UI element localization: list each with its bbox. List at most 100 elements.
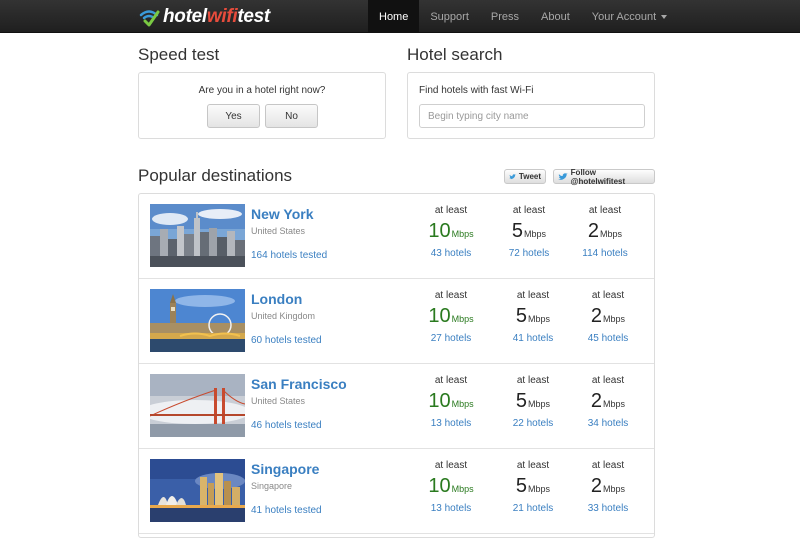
hotels-count-link[interactable]: 33 hotels [572, 503, 644, 514]
speed-value: 2 [587, 220, 600, 242]
speed-unit: Mbps [528, 399, 551, 409]
twitter-bird-icon [558, 172, 568, 180]
nav-home[interactable]: Home [368, 0, 420, 33]
follow-label: Follow @hotelwifitest [570, 167, 626, 186]
twitter-bird-icon [509, 173, 516, 179]
speed-value: 2 [590, 390, 603, 412]
hotels-count-link[interactable]: 72 hotels [493, 248, 565, 259]
hotels-tested-link[interactable]: 60 hotels tested [251, 335, 322, 346]
wifi-check-icon [139, 10, 160, 27]
speed-unit: Mbps [451, 484, 474, 494]
nav-about-label: About [541, 10, 570, 23]
speed-stat-5: at least 5Mbps 21 hotels [497, 449, 569, 514]
city-search-input[interactable] [419, 104, 645, 128]
destinations-list: New York United States 164 hotels tested… [138, 193, 655, 538]
brand-logo[interactable]: hotelwifitest [138, 5, 270, 29]
follow-button[interactable]: Follow @hotelwifitest [553, 167, 655, 186]
new-york-photo[interactable] [150, 204, 245, 267]
destination-row: London United Kingdom 60 hotels tested a… [139, 279, 654, 364]
nav-press-label: Press [490, 10, 519, 23]
hotels-count-link[interactable]: 45 hotels [572, 333, 644, 344]
hotel-search-heading: Hotel search [407, 45, 503, 64]
speed-stat-2: at least 2Mbps 33 hotels [572, 449, 644, 514]
caret-down-icon [661, 14, 668, 19]
speed-unit: Mbps [603, 314, 626, 324]
destination-row: San Francisco United States 46 hotels te… [139, 364, 654, 449]
hotels-count-link[interactable]: 41 hotels [497, 333, 569, 344]
speed-stat-2: at least 2Mbps 114 hotels [569, 194, 641, 259]
city-name-link[interactable]: Singapore [251, 461, 319, 477]
speed-unit: Mbps [603, 484, 626, 494]
speed-stat-2: at least 2Mbps 45 hotels [572, 279, 644, 344]
brand-name: hotelwifitest [163, 6, 270, 27]
speed-stat-10: at least 10Mbps 43 hotels [415, 194, 487, 259]
stat-label: at least [591, 375, 625, 386]
nav-about[interactable]: About [530, 0, 581, 33]
stat-label: at least [591, 290, 625, 301]
yes-button[interactable]: Yes [207, 104, 260, 128]
city-name-link[interactable]: New York [251, 206, 314, 222]
hotels-count-link[interactable]: 114 hotels [569, 248, 641, 259]
new-york-skyline-image [150, 204, 245, 267]
hotels-count-link[interactable]: 43 hotels [415, 248, 487, 259]
speed-value: 5 [511, 220, 524, 242]
nav-press[interactable]: Press [480, 0, 530, 33]
speed-value: 10 [428, 475, 451, 497]
destination-row: New York United States 164 hotels tested… [139, 194, 654, 279]
stat-label: at least [588, 205, 622, 216]
london-skyline-image [150, 289, 245, 352]
speed-test-panel: Are you in a hotel right now? Yes No [138, 72, 386, 139]
nav-account-label: Your Account [591, 10, 657, 23]
main-nav: Home Support Press About Your Account [368, 0, 678, 33]
speed-stat-10: at least 10Mbps 13 hotels [415, 364, 487, 429]
hotels-count-link[interactable]: 13 hotels [415, 418, 487, 429]
no-button[interactable]: No [265, 104, 318, 128]
hotels-count-link[interactable]: 22 hotels [497, 418, 569, 429]
nav-home-label: Home [379, 10, 409, 23]
hotels-count-link[interactable]: 27 hotels [415, 333, 487, 344]
popular-destinations-heading: Popular destinations [138, 166, 293, 185]
country-name: United States [251, 396, 306, 406]
country-name: Singapore [251, 481, 293, 491]
speed-stat-5: at least 5Mbps 22 hotels [497, 364, 569, 429]
hotels-count-link[interactable]: 21 hotels [497, 503, 569, 514]
speed-stat-5: at least 5Mbps 41 hotels [497, 279, 569, 344]
hotels-count-link[interactable]: 13 hotels [415, 503, 487, 514]
hotels-tested-link[interactable]: 41 hotels tested [251, 505, 322, 516]
speed-unit: Mbps [524, 229, 547, 239]
speed-unit: Mbps [528, 314, 551, 324]
san-francisco-bridge-image [150, 374, 245, 437]
tweet-label: Tweet [518, 172, 541, 181]
speed-unit: Mbps [600, 229, 623, 239]
speed-stat-2: at least 2Mbps 34 hotels [572, 364, 644, 429]
city-name-link[interactable]: London [251, 291, 302, 307]
london-photo[interactable] [150, 289, 245, 352]
stat-label: at least [591, 460, 625, 471]
speed-stat-10: at least 10Mbps 13 hotels [415, 449, 487, 514]
stat-label: at least [512, 205, 546, 216]
san-francisco-photo[interactable] [150, 374, 245, 437]
nav-support[interactable]: Support [419, 0, 480, 33]
speed-value: 5 [515, 475, 528, 497]
speed-value: 5 [515, 390, 528, 412]
speed-value: 10 [428, 390, 451, 412]
stat-label: at least [516, 460, 550, 471]
hotels-tested-link[interactable]: 46 hotels tested [251, 420, 322, 431]
top-navbar: hotelwifitest Home Support Press About Y… [0, 0, 800, 33]
hotels-count-link[interactable]: 34 hotels [572, 418, 644, 429]
stat-label: at least [516, 375, 550, 386]
city-name-link[interactable]: San Francisco [251, 376, 347, 392]
hotels-tested-link[interactable]: 164 hotels tested [251, 250, 327, 261]
country-name: United States [251, 226, 306, 236]
speed-unit: Mbps [603, 399, 626, 409]
singapore-photo[interactable] [150, 459, 245, 522]
speed-unit: Mbps [528, 484, 551, 494]
hotel-search-panel: Find hotels with fast Wi-Fi [407, 72, 655, 139]
nav-your-account-dropdown[interactable]: Your Account [581, 0, 678, 33]
speed-value: 2 [590, 305, 603, 327]
tweet-button[interactable]: Tweet [504, 169, 546, 184]
stat-label: at least [434, 290, 468, 301]
speed-unit: Mbps [451, 229, 474, 239]
speed-value: 2 [590, 475, 603, 497]
hotel-search-label: Find hotels with fast Wi-Fi [419, 85, 534, 96]
